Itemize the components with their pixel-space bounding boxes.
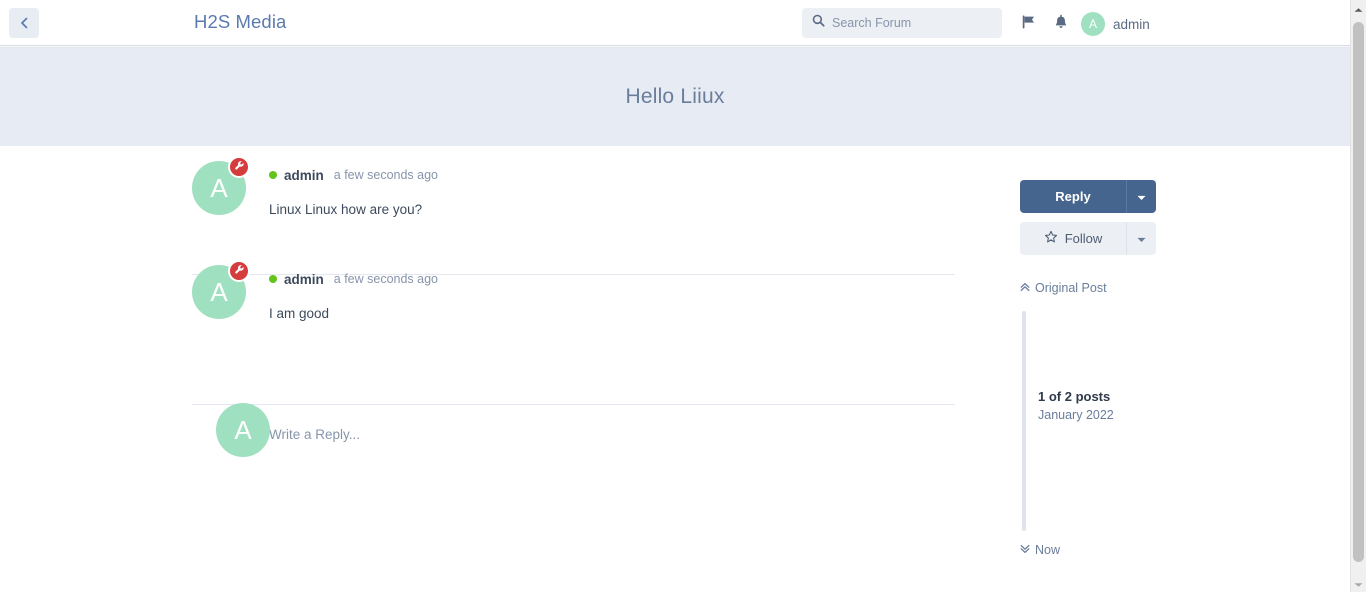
double-chevron-down-icon bbox=[1020, 543, 1030, 557]
scrubber-track[interactable] bbox=[1022, 311, 1026, 531]
scrubber-bottom-label: Now bbox=[1035, 543, 1061, 557]
reply-input[interactable]: Write a Reply... bbox=[269, 403, 955, 442]
search-icon bbox=[812, 14, 825, 32]
back-button[interactable] bbox=[9, 8, 39, 38]
reply-button-group: Reply bbox=[1020, 180, 1156, 213]
reply-dropdown-button[interactable] bbox=[1126, 180, 1156, 213]
composer-avatar-wrap: A bbox=[216, 402, 270, 457]
reply-composer[interactable]: A Write a Reply... bbox=[192, 355, 955, 495]
avatar: A bbox=[1081, 12, 1105, 36]
post-text: I am good bbox=[269, 306, 330, 322]
post-stream: A admin a few seconds ago Linux Linux ho… bbox=[192, 146, 955, 495]
user-menu[interactable]: A admin bbox=[1081, 12, 1150, 36]
post-text: Linux Linux how are you? bbox=[269, 202, 423, 217]
post-author[interactable]: admin bbox=[284, 272, 324, 287]
scrubber-original-post-link[interactable]: Original Post bbox=[1020, 281, 1220, 295]
moderator-badge bbox=[228, 156, 250, 178]
follow-button-group: Follow bbox=[1020, 222, 1156, 255]
scrollbar-down-button[interactable] bbox=[1351, 575, 1366, 592]
wrench-icon bbox=[234, 158, 245, 176]
post-avatar-wrap: A bbox=[192, 156, 250, 215]
forum-page: H2S Media Search Forum A admin Hello Lii… bbox=[0, 0, 1366, 592]
reply-button[interactable]: Reply bbox=[1020, 180, 1126, 213]
search-box[interactable] bbox=[802, 8, 1002, 38]
caret-down-icon bbox=[1137, 230, 1146, 248]
post-item: A admin a few bbox=[192, 146, 955, 250]
brand-title[interactable]: H2S Media bbox=[194, 11, 286, 33]
page-title: Hello Liiux bbox=[625, 84, 725, 108]
main-content: A admin a few seconds ago Linux Linux ho… bbox=[0, 146, 1350, 592]
scrollbar-thumb[interactable] bbox=[1353, 22, 1364, 562]
post-item: A admin a few bbox=[192, 250, 955, 354]
follow-label: Follow bbox=[1064, 231, 1103, 246]
double-chevron-up-icon bbox=[1020, 281, 1030, 295]
scroll-down-arrow-icon bbox=[1354, 575, 1363, 592]
search-input[interactable] bbox=[832, 16, 987, 30]
scrubber-now-link[interactable]: Now bbox=[1020, 543, 1060, 557]
discussion-hero: Hello Liiux bbox=[0, 47, 1350, 146]
post-body: admin a few seconds ago Linux Linux how … bbox=[269, 166, 955, 220]
chevron-left-icon bbox=[18, 16, 30, 30]
post-avatar-wrap: A bbox=[192, 260, 250, 320]
post-body: admin a few seconds ago I am good bbox=[269, 270, 955, 324]
discussion-sidebar: Reply Follow Original Post 1 of 2 posts … bbox=[1020, 146, 1220, 557]
caret-down-icon bbox=[1137, 188, 1146, 206]
user-name: admin bbox=[1113, 16, 1150, 32]
post-scrubber: Original Post 1 of 2 posts January 2022 bbox=[1020, 281, 1220, 557]
avatar: A bbox=[216, 402, 270, 457]
notifications-button[interactable] bbox=[1050, 13, 1072, 35]
post-timestamp[interactable]: a few seconds ago bbox=[334, 272, 438, 286]
star-outline-icon bbox=[1044, 230, 1058, 247]
post-header: admin a few seconds ago bbox=[269, 166, 955, 184]
site-header: H2S Media Search Forum A admin bbox=[0, 0, 1350, 46]
post-author[interactable]: admin bbox=[284, 168, 324, 183]
scrubber-date: January 2022 bbox=[1038, 408, 1114, 422]
flag-button[interactable] bbox=[1018, 13, 1040, 35]
flag-icon bbox=[1021, 14, 1037, 35]
online-status-icon bbox=[269, 171, 277, 179]
bell-icon bbox=[1053, 14, 1069, 35]
scrubber-post-count: 1 of 2 posts bbox=[1038, 389, 1111, 404]
follow-dropdown-button[interactable] bbox=[1126, 222, 1156, 255]
scroll-up-arrow-icon bbox=[1354, 0, 1363, 18]
wrench-icon bbox=[234, 262, 245, 280]
moderator-badge bbox=[228, 260, 250, 283]
scrollbar-up-button[interactable] bbox=[1351, 0, 1366, 17]
post-header: admin a few seconds ago bbox=[269, 270, 955, 288]
page-viewport: H2S Media Search Forum A admin Hello Lii… bbox=[0, 0, 1350, 592]
online-status-icon bbox=[269, 275, 277, 284]
scrubber-top-label: Original Post bbox=[1035, 281, 1107, 295]
page-scrollbar[interactable] bbox=[1350, 0, 1366, 592]
scrubber-position-info: 1 of 2 posts January 2022 bbox=[1038, 389, 1114, 422]
follow-button[interactable]: Follow bbox=[1020, 222, 1126, 255]
post-timestamp[interactable]: a few seconds ago bbox=[334, 168, 438, 182]
